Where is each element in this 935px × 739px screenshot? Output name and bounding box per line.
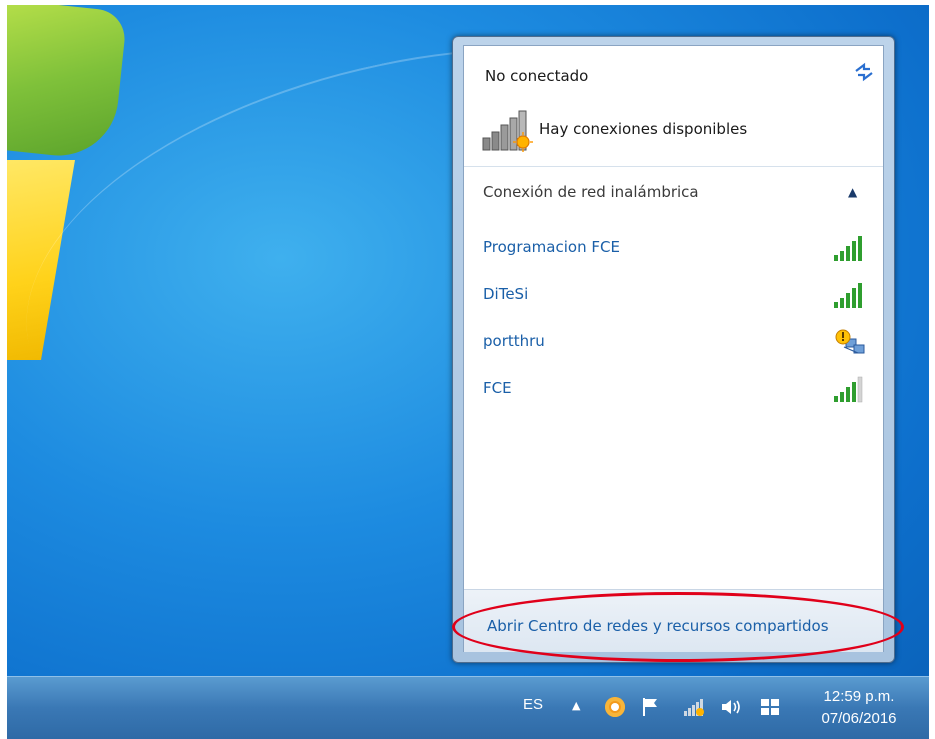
network-item-programacion-fce[interactable]: Programacion FCE: [464, 228, 883, 272]
connections-available-text: Hay conexiones disponibles: [539, 120, 748, 138]
volume-icon[interactable]: [719, 697, 745, 721]
system-tray: ES ▲ 12:59 p.m. 07/06/2016: [7, 677, 929, 739]
show-hidden-icons-arrow[interactable]: ▲: [572, 699, 580, 712]
signal-strong-icon: [832, 233, 868, 269]
network-name[interactable]: portthru: [483, 332, 545, 350]
network-warning-icon: [832, 327, 868, 363]
wireless-group-header[interactable]: Conexión de red inalámbrica: [483, 183, 699, 201]
network-item-portthru[interactable]: portthru: [464, 322, 883, 366]
clock-date[interactable]: 07/06/2016: [809, 710, 909, 727]
network-flyout: No conectado Hay conexiones disponibles …: [452, 36, 904, 663]
network-icon[interactable]: [682, 696, 708, 722]
network-flyout-panel: No conectado Hay conexiones disponibles …: [452, 45, 904, 662]
network-list: Conexión de red inalámbrica ▲ Programaci…: [464, 167, 883, 587]
network-item-fce[interactable]: FCE: [464, 369, 883, 413]
language-indicator[interactable]: ES: [523, 696, 543, 713]
network-name[interactable]: Programacion FCE: [483, 238, 620, 256]
signal-medium-icon: [832, 374, 868, 410]
frame-left: [0, 0, 7, 738]
refresh-icon[interactable]: [852, 60, 876, 84]
avast-icon[interactable]: [605, 697, 625, 717]
network-signal-sun-icon: [481, 108, 537, 156]
connection-status-section: No conectado Hay conexiones disponibles: [464, 46, 883, 167]
frame-right: [929, 0, 935, 738]
clock-time[interactable]: 12:59 p.m.: [809, 688, 909, 705]
frame-top: [0, 0, 935, 5]
network-name[interactable]: DiTeSi: [483, 285, 528, 303]
connection-status-title: No conectado: [485, 67, 589, 85]
flyout-footer: Abrir Centro de redes y recursos compart…: [452, 589, 904, 662]
signal-strong-icon: [832, 280, 868, 316]
taskbar: ES ▲ 12:59 p.m. 07/06/2016: [7, 676, 929, 739]
windows-logo-green-pane: [0, 0, 128, 162]
action-center-flag-icon[interactable]: [641, 697, 663, 721]
open-network-sharing-center-link[interactable]: Abrir Centro de redes y recursos compart…: [487, 617, 829, 635]
network-name[interactable]: FCE: [483, 379, 512, 397]
chevron-up-icon[interactable]: ▲: [848, 185, 857, 199]
network-item-ditesi[interactable]: DiTeSi: [464, 275, 883, 319]
windows-icon[interactable]: [759, 697, 781, 721]
